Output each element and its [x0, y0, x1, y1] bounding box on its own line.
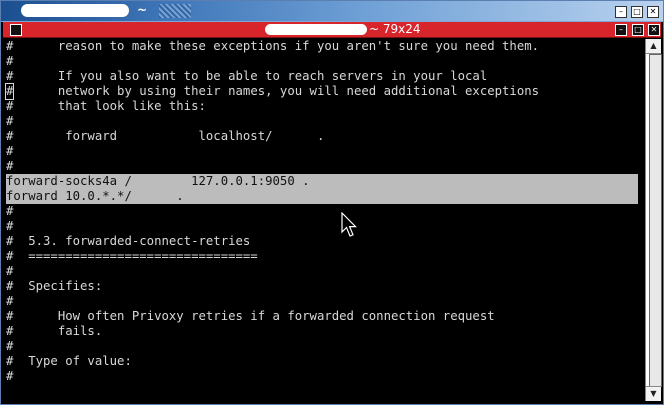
- terminal-line: # network by using their names, you will…: [4, 83, 540, 100]
- terminal-line: # reason to make these exceptions if you…: [6, 39, 540, 53]
- window-menu-icon[interactable]: [10, 24, 22, 36]
- terminal-line: #: [6, 264, 14, 278]
- terminal-text-area[interactable]: # reason to make these exceptions if you…: [4, 39, 642, 401]
- selected-terminal-line: forward-socks4a / 127.0.0.1:9050 .: [6, 174, 638, 189]
- text-cursor: #: [4, 83, 15, 100]
- window-title: ~: [137, 3, 148, 17]
- terminal-line: #: [6, 294, 14, 308]
- terminal-close-button[interactable]: ✕: [648, 24, 660, 36]
- terminal-line: # Type of value:: [6, 354, 132, 368]
- close-button[interactable]: ✕: [647, 6, 659, 18]
- terminal-line: #: [6, 144, 14, 158]
- redacted-user-host: [265, 24, 367, 35]
- terminal-line: #: [6, 219, 14, 233]
- scrollbar-thumb[interactable]: [649, 54, 662, 387]
- terminal-line: #: [6, 54, 14, 68]
- window-titlebar[interactable]: ~ – □ ✕: [1, 1, 663, 22]
- terminal-maximize-button[interactable]: □: [632, 24, 644, 36]
- terminal-titlebar[interactable]: ~ 79x24 – □ ✕: [3, 22, 661, 38]
- terminal-window: ~ – □ ✕ ~ 79x24 – □ ✕ # reason to make t…: [0, 0, 664, 405]
- terminal-line: # fails.: [6, 324, 103, 338]
- terminal-line: # forward localhost/ .: [6, 129, 325, 143]
- terminal-line: #: [6, 204, 14, 218]
- terminal-line: # If you also want to be able to reach s…: [6, 69, 488, 83]
- terminal-line: #: [6, 369, 14, 383]
- scroll-down-arrow-icon[interactable]: ▼: [646, 386, 661, 401]
- terminal-line: #: [6, 159, 14, 173]
- terminal-minimize-button[interactable]: –: [615, 24, 627, 36]
- vertical-scrollbar[interactable]: ▲ ▼: [645, 39, 662, 401]
- titlebar-pattern: [159, 4, 191, 18]
- maximize-button[interactable]: □: [631, 6, 643, 18]
- minimize-button[interactable]: –: [615, 6, 627, 18]
- scrollbar-track[interactable]: [647, 54, 662, 387]
- terminal-line: # Specifies:: [6, 279, 103, 293]
- terminal-title: ~ 79x24: [369, 22, 421, 36]
- selected-terminal-line: forward 10.0.*.*/ .: [6, 189, 638, 204]
- mouse-pointer-icon: [341, 212, 357, 237]
- terminal-line: #: [6, 114, 14, 128]
- terminal-line: # 5.3. forwarded-connect-retries: [6, 234, 251, 248]
- terminal-line: # ===============================: [6, 249, 258, 263]
- redacted-hostname: [21, 4, 129, 17]
- terminal-line: # that look like this:: [6, 99, 206, 113]
- terminal-line: # How often Privoxy retries if a forward…: [6, 309, 495, 323]
- scroll-up-arrow-icon[interactable]: ▲: [646, 39, 661, 54]
- terminal-line: #: [6, 339, 14, 353]
